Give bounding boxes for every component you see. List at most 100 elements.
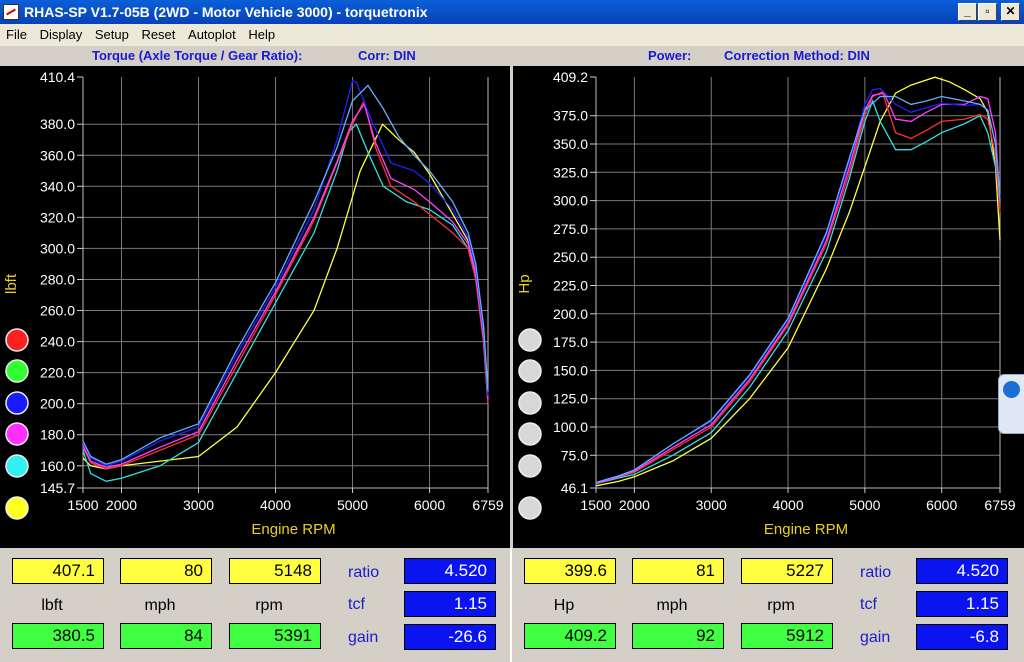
y-tick-label: 125.0 xyxy=(553,391,588,407)
series-line xyxy=(595,95,1001,484)
y-tick-label: 250.0 xyxy=(553,249,588,265)
y-tick-label: 240.0 xyxy=(40,334,75,350)
y-tick-label: 220.0 xyxy=(40,365,75,381)
y-tick-label: 280.0 xyxy=(40,271,75,287)
series-line xyxy=(82,123,489,482)
y-tick-label: 300.0 xyxy=(553,193,588,209)
torque-value-1: 407.1 xyxy=(12,558,104,584)
y-tick-label: 375.0 xyxy=(553,108,588,124)
rpm-unit-label: rpm xyxy=(255,597,283,614)
y-tick-label: 145.7 xyxy=(40,480,75,496)
torque-chart-title: Torque (Axle Torque / Gear Ratio): xyxy=(92,48,303,63)
x-tick-label: 5000 xyxy=(849,497,880,513)
gain-value: -26.6 xyxy=(404,624,496,650)
rpm-value-1: 5148 xyxy=(229,558,321,584)
menu-help[interactable]: Help xyxy=(248,27,275,42)
power-speed-value-2: 92 xyxy=(632,623,724,649)
y-tick-label: 46.1 xyxy=(561,480,588,496)
series-select-button xyxy=(518,328,542,352)
rpm-value-2: 5391 xyxy=(229,623,321,649)
power-speed-unit-label: mph xyxy=(656,597,688,614)
series-select-button xyxy=(518,496,542,520)
y-tick-label: 260.0 xyxy=(40,303,75,319)
teamviewer-icon xyxy=(1003,381,1020,398)
y-tick-label: 100.0 xyxy=(553,419,588,435)
menu-reset[interactable]: Reset xyxy=(141,27,175,42)
x-tick-label: 1500 xyxy=(67,497,98,513)
title-bar: RHAS-SP V1.7-05B (2WD - Motor Vehicle 30… xyxy=(0,0,1024,24)
series-color-swatch xyxy=(5,359,29,383)
tcf-label: tcf xyxy=(348,596,365,613)
y-axis-label: lbft xyxy=(3,273,20,294)
power-rpm-unit-label: rpm xyxy=(767,597,795,614)
torque-value-2: 380.5 xyxy=(12,623,104,649)
y-tick-label: 150.0 xyxy=(553,362,588,378)
series-select-button xyxy=(518,359,542,383)
torque-chart-panel: 145.7 160.0 180.0 200.0 220.0 240.0 260.0 280.0… xyxy=(0,66,510,548)
series-color-swatch xyxy=(5,391,29,415)
menu-file[interactable]: File xyxy=(6,27,27,42)
series-line xyxy=(595,99,1001,485)
x-tick-label: 6759 xyxy=(472,497,503,513)
x-tick-label: 6759 xyxy=(984,497,1015,513)
y-tick-label: 225.0 xyxy=(553,277,588,293)
readout-divider xyxy=(510,548,512,662)
x-tick-label: 3000 xyxy=(183,497,214,513)
y-tick-label: 340.0 xyxy=(40,178,75,194)
window-title: RHAS-SP V1.7-05B (2WD - Motor Vehicle 30… xyxy=(24,4,428,20)
power-chart-panel: 46.1 75.0 100.0 125.0 150.0 175.0 200.0 225.0 25… xyxy=(513,66,1024,548)
y-tick-label: 200.0 xyxy=(553,306,588,322)
y-tick-label: 300.0 xyxy=(40,240,75,256)
menu-autoplot[interactable]: Autoplot xyxy=(188,27,236,42)
power-chart-title: Power: xyxy=(648,48,692,63)
power-ratio-label: ratio xyxy=(860,564,892,581)
menu-setup[interactable]: Setup xyxy=(95,27,129,42)
series-line xyxy=(595,90,1001,485)
x-axis-label: Engine RPM xyxy=(764,521,848,538)
x-tick-label: 2000 xyxy=(619,497,650,513)
x-axis-label: Engine RPM xyxy=(251,521,335,538)
series-select-button xyxy=(518,454,542,478)
series-select-button xyxy=(518,391,542,415)
restore-button[interactable]: ▫ xyxy=(978,3,997,21)
menu-display[interactable]: Display xyxy=(40,27,83,42)
series-line xyxy=(595,92,1001,485)
x-tick-label: 5000 xyxy=(337,497,368,513)
y-tick-label: 275.0 xyxy=(553,221,588,237)
x-tick-label: 4000 xyxy=(260,497,291,513)
x-tick-label: 6000 xyxy=(414,497,445,513)
series-color-swatch xyxy=(5,328,29,352)
series-line xyxy=(82,123,489,470)
x-tick-label: 1500 xyxy=(580,497,611,513)
power-gain-value: -6.8 xyxy=(916,624,1008,650)
x-tick-label: 2000 xyxy=(106,497,137,513)
y-axis-label: Hp xyxy=(516,274,533,293)
series-select-button xyxy=(518,422,542,446)
y-tick-label: 325.0 xyxy=(553,164,588,180)
power-tcf-label: tcf xyxy=(860,596,877,613)
close-button[interactable]: ✕ xyxy=(1001,3,1020,21)
torque-chart: 145.7 160.0 180.0 200.0 220.0 240.0 260.0 280.0… xyxy=(3,69,504,538)
x-tick-label: 4000 xyxy=(772,497,803,513)
power-ratio-value: 4.520 xyxy=(916,558,1008,584)
y-tick-label: 409.2 xyxy=(553,69,588,85)
series-color-swatch xyxy=(5,454,29,478)
power-tcf-value: 1.15 xyxy=(916,591,1008,617)
gain-label: gain xyxy=(348,629,379,646)
side-tab[interactable] xyxy=(998,374,1024,434)
torque-unit-label: lbft xyxy=(41,597,63,614)
menu-bar: File Display Setup Reset Autoplot Help xyxy=(0,24,1024,46)
y-tick-label: 350.0 xyxy=(553,136,588,152)
y-tick-label: 180.0 xyxy=(40,427,75,443)
ratio-label: ratio xyxy=(348,564,380,581)
y-tick-label: 160.0 xyxy=(40,458,75,474)
app-icon xyxy=(3,4,19,20)
power-gain-label: gain xyxy=(860,629,891,646)
series-color-swatch xyxy=(5,496,29,520)
y-tick-label: 360.0 xyxy=(40,147,75,163)
x-tick-label: 3000 xyxy=(696,497,727,513)
power-chart-subtitle: Correction Method: DIN xyxy=(724,48,870,63)
y-tick-label: 380.0 xyxy=(40,116,75,132)
torque-chart-subtitle: Corr: DIN xyxy=(358,48,416,63)
minimize-button[interactable]: _ xyxy=(958,3,977,21)
